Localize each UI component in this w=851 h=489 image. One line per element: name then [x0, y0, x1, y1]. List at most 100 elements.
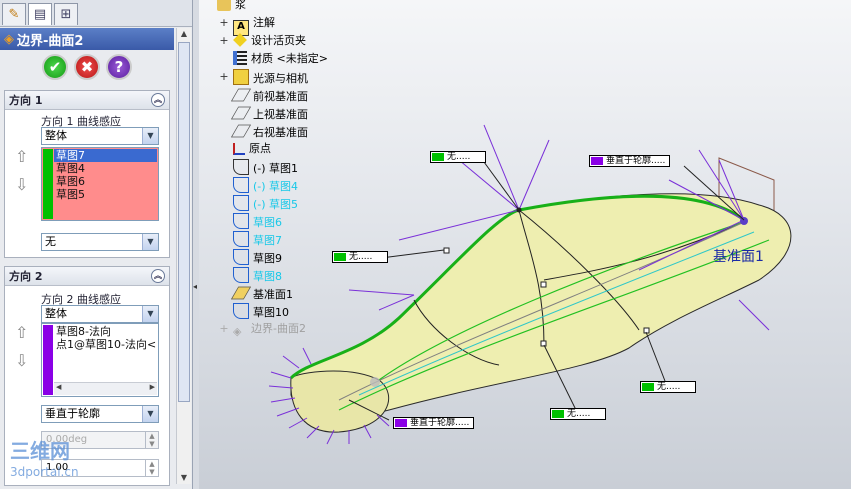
scroll-thumb[interactable]: [178, 42, 190, 402]
manager-tabs: ✎ ▤ ⊞: [0, 0, 192, 27]
expand-icon[interactable]: +: [219, 33, 229, 49]
tree-item-design-binder[interactable]: + 设计活页夹: [219, 33, 306, 49]
tab-property-manager[interactable]: ▤: [28, 3, 52, 25]
sketch-icon: [233, 159, 249, 175]
list-item[interactable]: 草图6: [56, 175, 85, 188]
tree-item-material[interactable]: 材质 <未指定>: [233, 51, 328, 67]
angle-value: 0.00deg: [46, 434, 88, 445]
scroll-down-icon[interactable]: ▼: [178, 472, 190, 484]
tree-item-sketch4[interactable]: (-) 草图4: [233, 177, 298, 193]
sketch-icon: [233, 177, 249, 193]
angle-spinbox[interactable]: 0.00deg ▲ ▼: [41, 431, 159, 449]
direction1-influence-select[interactable]: 整体 ▼: [41, 127, 159, 145]
part-icon: [217, 0, 231, 11]
tree-item-sketch9[interactable]: 草图9: [233, 249, 282, 265]
chevron-down-icon: ▼: [142, 234, 158, 250]
ok-button[interactable]: ✔: [42, 54, 68, 80]
direction2-influence-select[interactable]: 整体 ▼: [41, 305, 159, 323]
scroll-up-icon[interactable]: ▲: [178, 28, 190, 40]
callout-swatch: [432, 153, 444, 161]
tree-item-sketch8[interactable]: 草图8: [233, 267, 282, 283]
direction2-curves-list[interactable]: 草图8-法向 点1@草图10-法向< ◀ ▶: [41, 323, 159, 397]
tree-item-sketch6[interactable]: 草图6: [233, 213, 282, 229]
scroll-left-icon[interactable]: ◀: [56, 383, 61, 391]
direction1-curves-list[interactable]: 草图7 草图4 草图6 草图5: [41, 147, 159, 221]
control-point[interactable]: [740, 217, 748, 225]
callout-tangency[interactable]: 垂直于轮廓.....: [393, 417, 475, 429]
collapse-icon[interactable]: ︽: [151, 93, 165, 107]
direction1-header[interactable]: 方向 1 ︽: [5, 91, 169, 110]
callout-swatch: [334, 253, 346, 261]
configuration-icon: ⊞: [60, 7, 72, 22]
tree-item-sketch1[interactable]: (-) 草图1: [233, 159, 298, 175]
callout-tangency[interactable]: 无.....: [550, 408, 606, 420]
horizontal-scrollbar[interactable]: ◀ ▶: [54, 382, 157, 395]
tree-item-boundary-surface2[interactable]: + ◈ 边界-曲面2: [219, 321, 306, 338]
tree-item-label: 草图10: [253, 306, 289, 319]
handle-point[interactable]: [540, 281, 547, 288]
plane-icon: [230, 286, 252, 300]
close-icon: ✖: [80, 58, 94, 76]
chevron-down-icon: ▼: [142, 406, 158, 422]
callout-tangency[interactable]: 垂直于轮廓.....: [589, 155, 671, 167]
tree-root-label: 浆: [235, 0, 246, 11]
direction1-tangency-select[interactable]: 无 ▼: [41, 233, 159, 251]
direction2-tangency-value: 垂直于轮廓: [45, 407, 100, 420]
tree-item-label: 上视基准面: [253, 108, 308, 121]
tree-item-label: 光源与相机: [253, 72, 308, 85]
tree-item-label: (-) 草图4: [253, 180, 299, 193]
move-up-icon[interactable]: ⇧: [15, 147, 28, 166]
graphics-area[interactable]: 浆 + A 注解 + 设计活页夹 材质 <未指定> + 光源与相机 前视基准面 上视基准…: [199, 0, 851, 489]
list-item[interactable]: 草图4: [56, 162, 85, 175]
list-item[interactable]: 草图5: [56, 188, 85, 201]
direction2-tangency-select[interactable]: 垂直于轮廓 ▼: [41, 405, 159, 423]
spin-arrows-icon[interactable]: ▲ ▼: [145, 460, 158, 476]
callout-tangency[interactable]: 无.....: [332, 251, 388, 263]
tab-configuration-manager[interactable]: ⊞: [54, 3, 78, 25]
list-item[interactable]: 草图8-法向: [56, 325, 111, 338]
tree-item-right-plane[interactable]: 右视基准面: [230, 123, 308, 139]
move-down-icon[interactable]: ⇩: [15, 175, 28, 194]
handle-point[interactable]: [443, 247, 450, 254]
plane1-label[interactable]: 基准面1: [713, 246, 764, 266]
tree-item-annotations[interactable]: + A 注解: [219, 15, 275, 36]
callout-swatch: [642, 383, 654, 391]
direction2-group: 方向 2 ︽ 方向 2 曲线感应 整体 ▼ ⇧ ⇩ 草图8-法向 点1@草图10…: [4, 266, 170, 486]
handle-point[interactable]: [540, 340, 547, 347]
tree-item-label: 原点: [249, 142, 271, 155]
tab-feature-manager[interactable]: ✎: [2, 3, 26, 25]
tree-item-plane1[interactable]: 基准面1: [230, 285, 293, 301]
callout-tangency[interactable]: 无.....: [640, 381, 696, 393]
expand-icon[interactable]: +: [219, 69, 229, 85]
collapse-icon[interactable]: ︽: [151, 269, 165, 283]
tree-item-lights-cameras[interactable]: + 光源与相机: [219, 69, 308, 85]
help-button[interactable]: ?: [106, 54, 132, 80]
move-down-icon[interactable]: ⇩: [15, 351, 28, 370]
panel-scrollbar[interactable]: ▲ ▼: [176, 28, 191, 484]
boundary-surface-icon: ◈: [4, 31, 14, 47]
direction1-title: 方向 1: [9, 94, 43, 107]
tree-item-sketch5[interactable]: (-) 草图5: [233, 195, 298, 211]
spin-arrows-icon[interactable]: ▲ ▼: [145, 432, 158, 448]
feature-title-text: 边界-曲面2: [17, 33, 84, 49]
list-item[interactable]: 点1@草图10-法向<: [56, 338, 156, 351]
length-spinbox[interactable]: 1.00 ▲ ▼: [41, 459, 159, 477]
splitter-arrow-icon[interactable]: ◂: [193, 282, 197, 291]
callout-tangency[interactable]: 无.....: [430, 151, 486, 163]
expand-icon[interactable]: +: [219, 15, 229, 31]
tree-item-label: 设计活页夹: [251, 34, 306, 47]
tree-item-front-plane[interactable]: 前视基准面: [230, 87, 308, 103]
drag-handle[interactable]: [370, 377, 380, 387]
list-item[interactable]: 草图7: [56, 149, 85, 162]
tree-item-sketch7[interactable]: 草图7: [233, 231, 282, 247]
tree-root[interactable]: 浆: [217, 0, 246, 13]
tree-item-origin[interactable]: 原点: [233, 141, 271, 157]
move-up-icon[interactable]: ⇧: [15, 323, 28, 342]
tree-item-top-plane[interactable]: 上视基准面: [230, 105, 308, 121]
check-icon: ✔: [48, 58, 62, 76]
tree-item-sketch10[interactable]: 草图10: [233, 303, 289, 319]
expand-icon[interactable]: +: [219, 321, 229, 337]
direction2-header[interactable]: 方向 2 ︽: [5, 267, 169, 286]
cancel-button[interactable]: ✖: [74, 54, 100, 80]
scroll-right-icon[interactable]: ▶: [150, 383, 155, 391]
